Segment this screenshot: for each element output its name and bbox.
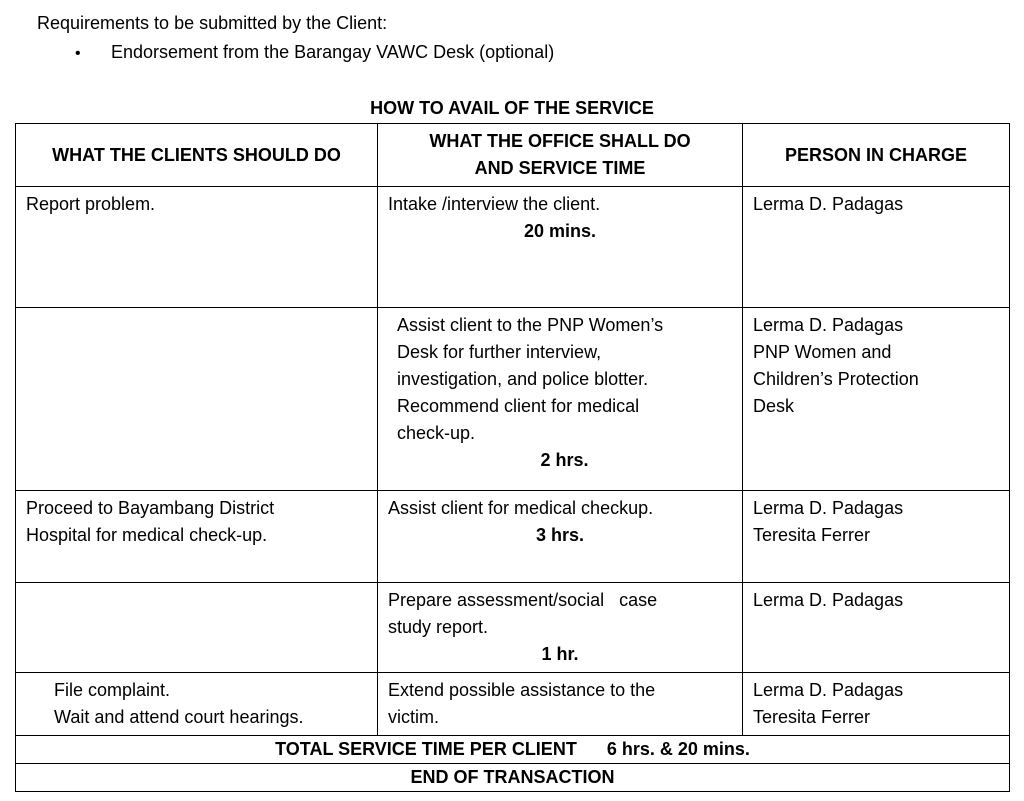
table-row: File complaint. Wait and attend court he… xyxy=(15,672,1010,736)
person-cell: Lerma D. Padagas xyxy=(742,582,1010,673)
person-line: Lerma D. Padagas xyxy=(753,194,904,214)
requirement-item-text: Endorsement from the Barangay VAWC Desk … xyxy=(111,42,555,62)
client-cell: Proceed to Bayambang District Hospital f… xyxy=(15,490,378,583)
office-line: Extend possible assistance to the xyxy=(388,680,656,700)
end-row: END OF TRANSACTION xyxy=(15,763,1010,792)
total-value: 6 hrs. & 20 mins. xyxy=(606,739,750,759)
table-row: Assist client to the PNP Women’s Desk fo… xyxy=(15,307,1010,491)
office-line: investigation, and police blotter. xyxy=(397,369,649,389)
service-time: 20 mins. xyxy=(523,221,597,241)
table-row: Prepare assessment/social case study rep… xyxy=(15,582,1010,673)
person-line: Children’s Protection xyxy=(753,369,919,389)
office-line: Assist client for medical checkup. xyxy=(388,498,654,518)
table-row: Proceed to Bayambang District Hospital f… xyxy=(15,490,1010,583)
office-cell: Assist client for medical checkup. 3 hrs… xyxy=(377,490,743,583)
person-line: Teresita Ferrer xyxy=(753,707,871,727)
total-row: TOTAL SERVICE TIME PER CLIENT 6 hrs. & 20… xyxy=(15,735,1010,764)
client-cell xyxy=(15,582,378,673)
service-time: 2 hrs. xyxy=(540,450,589,470)
client-line: Wait and attend court hearings. xyxy=(54,707,304,727)
office-cell: Prepare assessment/social case study rep… xyxy=(377,582,743,673)
person-cell: Lerma D. Padagas Teresita Ferrer xyxy=(742,490,1010,583)
person-line: Lerma D. Padagas xyxy=(753,680,904,700)
office-line: Intake /interview the client. xyxy=(388,194,601,214)
end-of-transaction: END OF TRANSACTION xyxy=(15,763,1010,792)
person-line: Desk xyxy=(753,396,795,416)
client-cell: File complaint. Wait and attend court he… xyxy=(15,672,378,736)
client-line: File complaint. xyxy=(54,680,171,700)
table-header-row: WHAT THE CLIENTS SHOULD DO WHAT THE OFFI… xyxy=(15,123,1010,187)
person-cell: Lerma D. Padagas Teresita Ferrer xyxy=(742,672,1010,736)
person-cell: Lerma D. Padagas xyxy=(742,186,1010,308)
service-time: 1 hr. xyxy=(541,644,579,664)
office-cell: Extend possible assistance to the victim… xyxy=(377,672,743,736)
person-cell: Lerma D. Padagas PNP Women and Children’… xyxy=(742,307,1010,491)
office-line: Desk for further interview, xyxy=(397,342,602,362)
requirement-item: • Endorsement from the Barangay VAWC Desk… xyxy=(75,42,554,63)
requirements-title: Requirements to be submitted by the Clie… xyxy=(37,13,388,33)
header-clients: WHAT THE CLIENTS SHOULD DO xyxy=(15,123,378,187)
office-line: Recommend client for medical xyxy=(397,396,640,416)
person-line: Lerma D. Padagas xyxy=(753,315,904,335)
client-line: Proceed to Bayambang District xyxy=(26,498,275,518)
total-label: TOTAL SERVICE TIME PER CLIENT xyxy=(275,739,577,759)
service-table: WHAT THE CLIENTS SHOULD DO WHAT THE OFFI… xyxy=(15,123,1010,792)
section-title: HOW TO AVAIL OF THE SERVICE xyxy=(370,98,654,118)
person-line: Lerma D. Padagas xyxy=(753,498,904,518)
header-person: PERSON IN CHARGE xyxy=(742,123,1010,187)
office-line: check-up. xyxy=(397,423,476,443)
header-office: WHAT THE OFFICE SHALL DO AND SERVICE TIM… xyxy=(377,123,743,187)
service-time: 3 hrs. xyxy=(535,525,585,545)
client-line: Hospital for medical check-up. xyxy=(26,525,268,545)
client-cell: Report problem. xyxy=(15,186,378,308)
office-cell: Assist client to the PNP Women’s Desk fo… xyxy=(377,307,743,491)
header-office-line1: WHAT THE OFFICE SHALL DO xyxy=(429,131,691,151)
office-cell: Intake /interview the client. 20 mins. xyxy=(377,186,743,308)
office-line: Prepare assessment/social case xyxy=(388,590,658,610)
office-line: victim. xyxy=(388,707,439,727)
person-line: Teresita Ferrer xyxy=(753,525,871,545)
bullet-icon: • xyxy=(75,45,81,62)
total-service-time: TOTAL SERVICE TIME PER CLIENT 6 hrs. & 20… xyxy=(15,735,1010,764)
office-line: study report. xyxy=(388,617,489,637)
header-office-line2: AND SERVICE TIME xyxy=(474,158,646,178)
client-cell xyxy=(15,307,378,491)
client-line: Report problem. xyxy=(26,194,156,214)
office-line: Assist client to the PNP Women’s xyxy=(397,315,664,335)
person-line: Lerma D. Padagas xyxy=(753,590,904,610)
table-row: Report problem. Intake /interview the cl… xyxy=(15,186,1010,308)
person-line: PNP Women and xyxy=(753,342,892,362)
